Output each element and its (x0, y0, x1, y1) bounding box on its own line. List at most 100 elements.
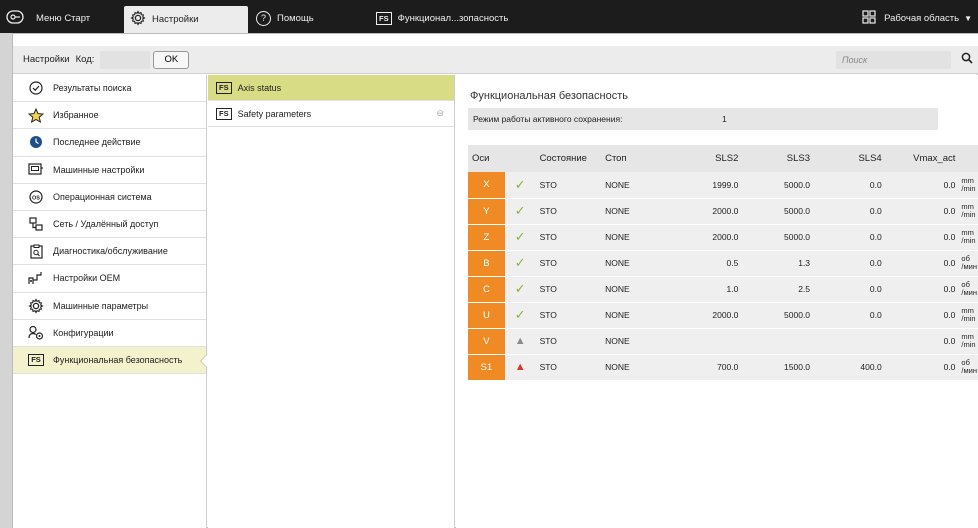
vmax-cell: 0.0 (885, 354, 960, 381)
link-icon: ⊖ (436, 108, 444, 118)
status-cell: ✓ (504, 224, 536, 251)
nav-item-functional-safety[interactable]: FS Функциональная безопасность (13, 346, 207, 375)
col-header: Оси (468, 145, 505, 172)
stop-cell: NONE (601, 354, 669, 381)
start-menu-icon (6, 9, 30, 27)
table-row[interactable]: X ✓ STO NONE 1999.0 5000.0 0.0 0.0 mm/min (468, 172, 978, 199)
nav-item-search-results[interactable]: Результаты поиска (13, 75, 206, 103)
search-input[interactable]: Поиск (836, 51, 951, 69)
nav-item-configurations[interactable]: Конфигурации (13, 320, 206, 347)
col-header: SLS3 (742, 145, 815, 172)
selection-arrow (200, 353, 207, 368)
page-title: Функциональная безопасность (470, 90, 628, 102)
table-row[interactable]: C ✓ STO NONE 1.0 2.5 0.0 0.0 об/мин (468, 276, 978, 303)
gear-icon (27, 297, 45, 314)
vmax-cell: 0.0 (885, 302, 960, 329)
code-input[interactable] (100, 50, 151, 69)
sls2-cell: 2000.0 (668, 224, 743, 251)
fs-icon: FS (27, 353, 45, 366)
table-row[interactable]: B ✓ STO NONE 0.5 1.3 0.0 0.0 об/мин (468, 250, 978, 277)
unit-bottom: /min (961, 236, 976, 245)
unit-bottom: /min (961, 340, 976, 349)
col-header: SLS2 (668, 145, 743, 172)
nav-item-label: Функциональная безопасность (53, 354, 183, 365)
stop-cell: NONE (601, 302, 669, 329)
check-circle-icon (27, 81, 45, 95)
table-row[interactable]: Z ✓ STO NONE 2000.0 5000.0 0.0 0.0 mm/min (468, 224, 978, 251)
sub-item-safety-parameters[interactable]: FS Safety parameters ⊖ (208, 101, 454, 127)
nav-item-label: Настройки OEM (53, 273, 121, 284)
state-cell: STO (535, 198, 602, 225)
unit-bottom: /min (961, 183, 976, 193)
search-icon[interactable] (961, 52, 973, 67)
code-label: Код: (75, 54, 95, 65)
top-bar: Меню Старт Настройки ? Помощь FS Функцио… (0, 0, 978, 33)
checkmark-icon: ✓ (514, 307, 526, 322)
table-row[interactable]: U ✓ STO NONE 2000.0 5000.0 0.0 0.0 mm/min (468, 302, 978, 329)
warning-red-icon: ▲ (514, 361, 526, 373)
nav-item-machine-settings[interactable]: Машинные настройки (13, 157, 206, 184)
fs-icon: FS (216, 107, 232, 120)
nav-item-diagnostics[interactable]: Диагностика/обслуживание (13, 238, 206, 266)
sls4-cell: 400.0 (814, 354, 886, 381)
tab-help[interactable]: ? Помощь (250, 6, 368, 30)
unit-bottom: /min (961, 210, 976, 219)
vmax-cell: 0.0 (885, 198, 960, 225)
functional-safety-list: FS Axis status FS Safety parameters ⊖ (208, 75, 455, 528)
col-header (504, 145, 536, 172)
network-icon (27, 217, 45, 231)
unit-cell: mm/min (959, 172, 978, 199)
sls3-cell: 5000.0 (742, 198, 815, 225)
sls3-cell: 1.3 (742, 250, 815, 277)
axis-name: B (468, 250, 505, 277)
unit-cell: mm/min (959, 328, 978, 355)
axis-name: Z (468, 224, 505, 251)
sls4-cell (814, 328, 886, 355)
nav-item-label: Избранное (53, 110, 99, 121)
nav-item-network[interactable]: Сеть / Удалённый доступ (13, 211, 206, 239)
state-cell: STO (535, 276, 602, 303)
workspace-grid-icon (862, 9, 876, 27)
col-header (959, 145, 978, 172)
table-row[interactable]: V ▲ STO NONE 0.0 mm/min (468, 328, 978, 355)
nav-item-machine-parameters[interactable]: Машинные параметры (13, 293, 206, 320)
axis-name: C (468, 276, 505, 303)
table-row[interactable]: S1 ▲ STO NONE 700.0 1500.0 400.0 0.0 об/мин (468, 354, 978, 381)
unit-cell: mm/min (959, 302, 978, 329)
nav-item-favorites[interactable]: Избранное (13, 102, 206, 130)
vmax-cell: 0.0 (885, 224, 960, 251)
unit-bottom: /мин (961, 262, 977, 271)
sls2-cell: 1.0 (668, 276, 743, 303)
nav-item-last-action[interactable]: Последнее действие (13, 129, 206, 157)
workspace-label: Рабочая область (884, 12, 960, 24)
sls2-cell: 1999.0 (668, 172, 743, 199)
checkmark-icon: ✓ (514, 255, 526, 270)
nav-item-label: Диагностика/обслуживание (53, 246, 168, 257)
checkmark-icon: ✓ (514, 229, 526, 244)
os-icon: OS (27, 190, 45, 204)
status-cell: ✓ (504, 302, 536, 329)
ok-button[interactable]: OK (153, 50, 190, 69)
axis-name: V (468, 328, 505, 355)
nav-item-operating-system[interactable]: OS Операционная система (13, 184, 206, 211)
tab-functional-safety[interactable]: FS Функционал...зопасность (370, 6, 508, 30)
nav-item-oem-settings[interactable]: Настройки OEM (13, 265, 206, 293)
vmax-cell: 0.0 (885, 172, 960, 199)
status-cell: ▲ (504, 354, 536, 381)
sub-item-label: Axis status (237, 82, 282, 93)
table-row[interactable]: Y ✓ STO NONE 2000.0 5000.0 0.0 0.0 mm/min (468, 198, 978, 225)
unit-cell: mm/min (959, 224, 978, 251)
state-cell: STO (535, 172, 602, 199)
settings-label: Настройки (23, 54, 70, 65)
checkmark-icon: ✓ (514, 203, 526, 218)
sub-item-axis-status[interactable]: FS Axis status (208, 75, 454, 101)
unit-bottom: /min (961, 314, 976, 323)
state-cell: STO (535, 354, 602, 381)
workspace-menu[interactable]: Рабочая область ▼ (862, 6, 972, 30)
nav-item-label: Машинные настройки (53, 164, 145, 175)
tab-settings[interactable]: Настройки (124, 6, 248, 33)
tab-start-menu[interactable]: Меню Старт (0, 6, 122, 30)
unit-cell: mm/min (959, 198, 978, 225)
unit-cell: об/мин (959, 276, 978, 303)
nav-item-label: Операционная система (53, 191, 152, 202)
